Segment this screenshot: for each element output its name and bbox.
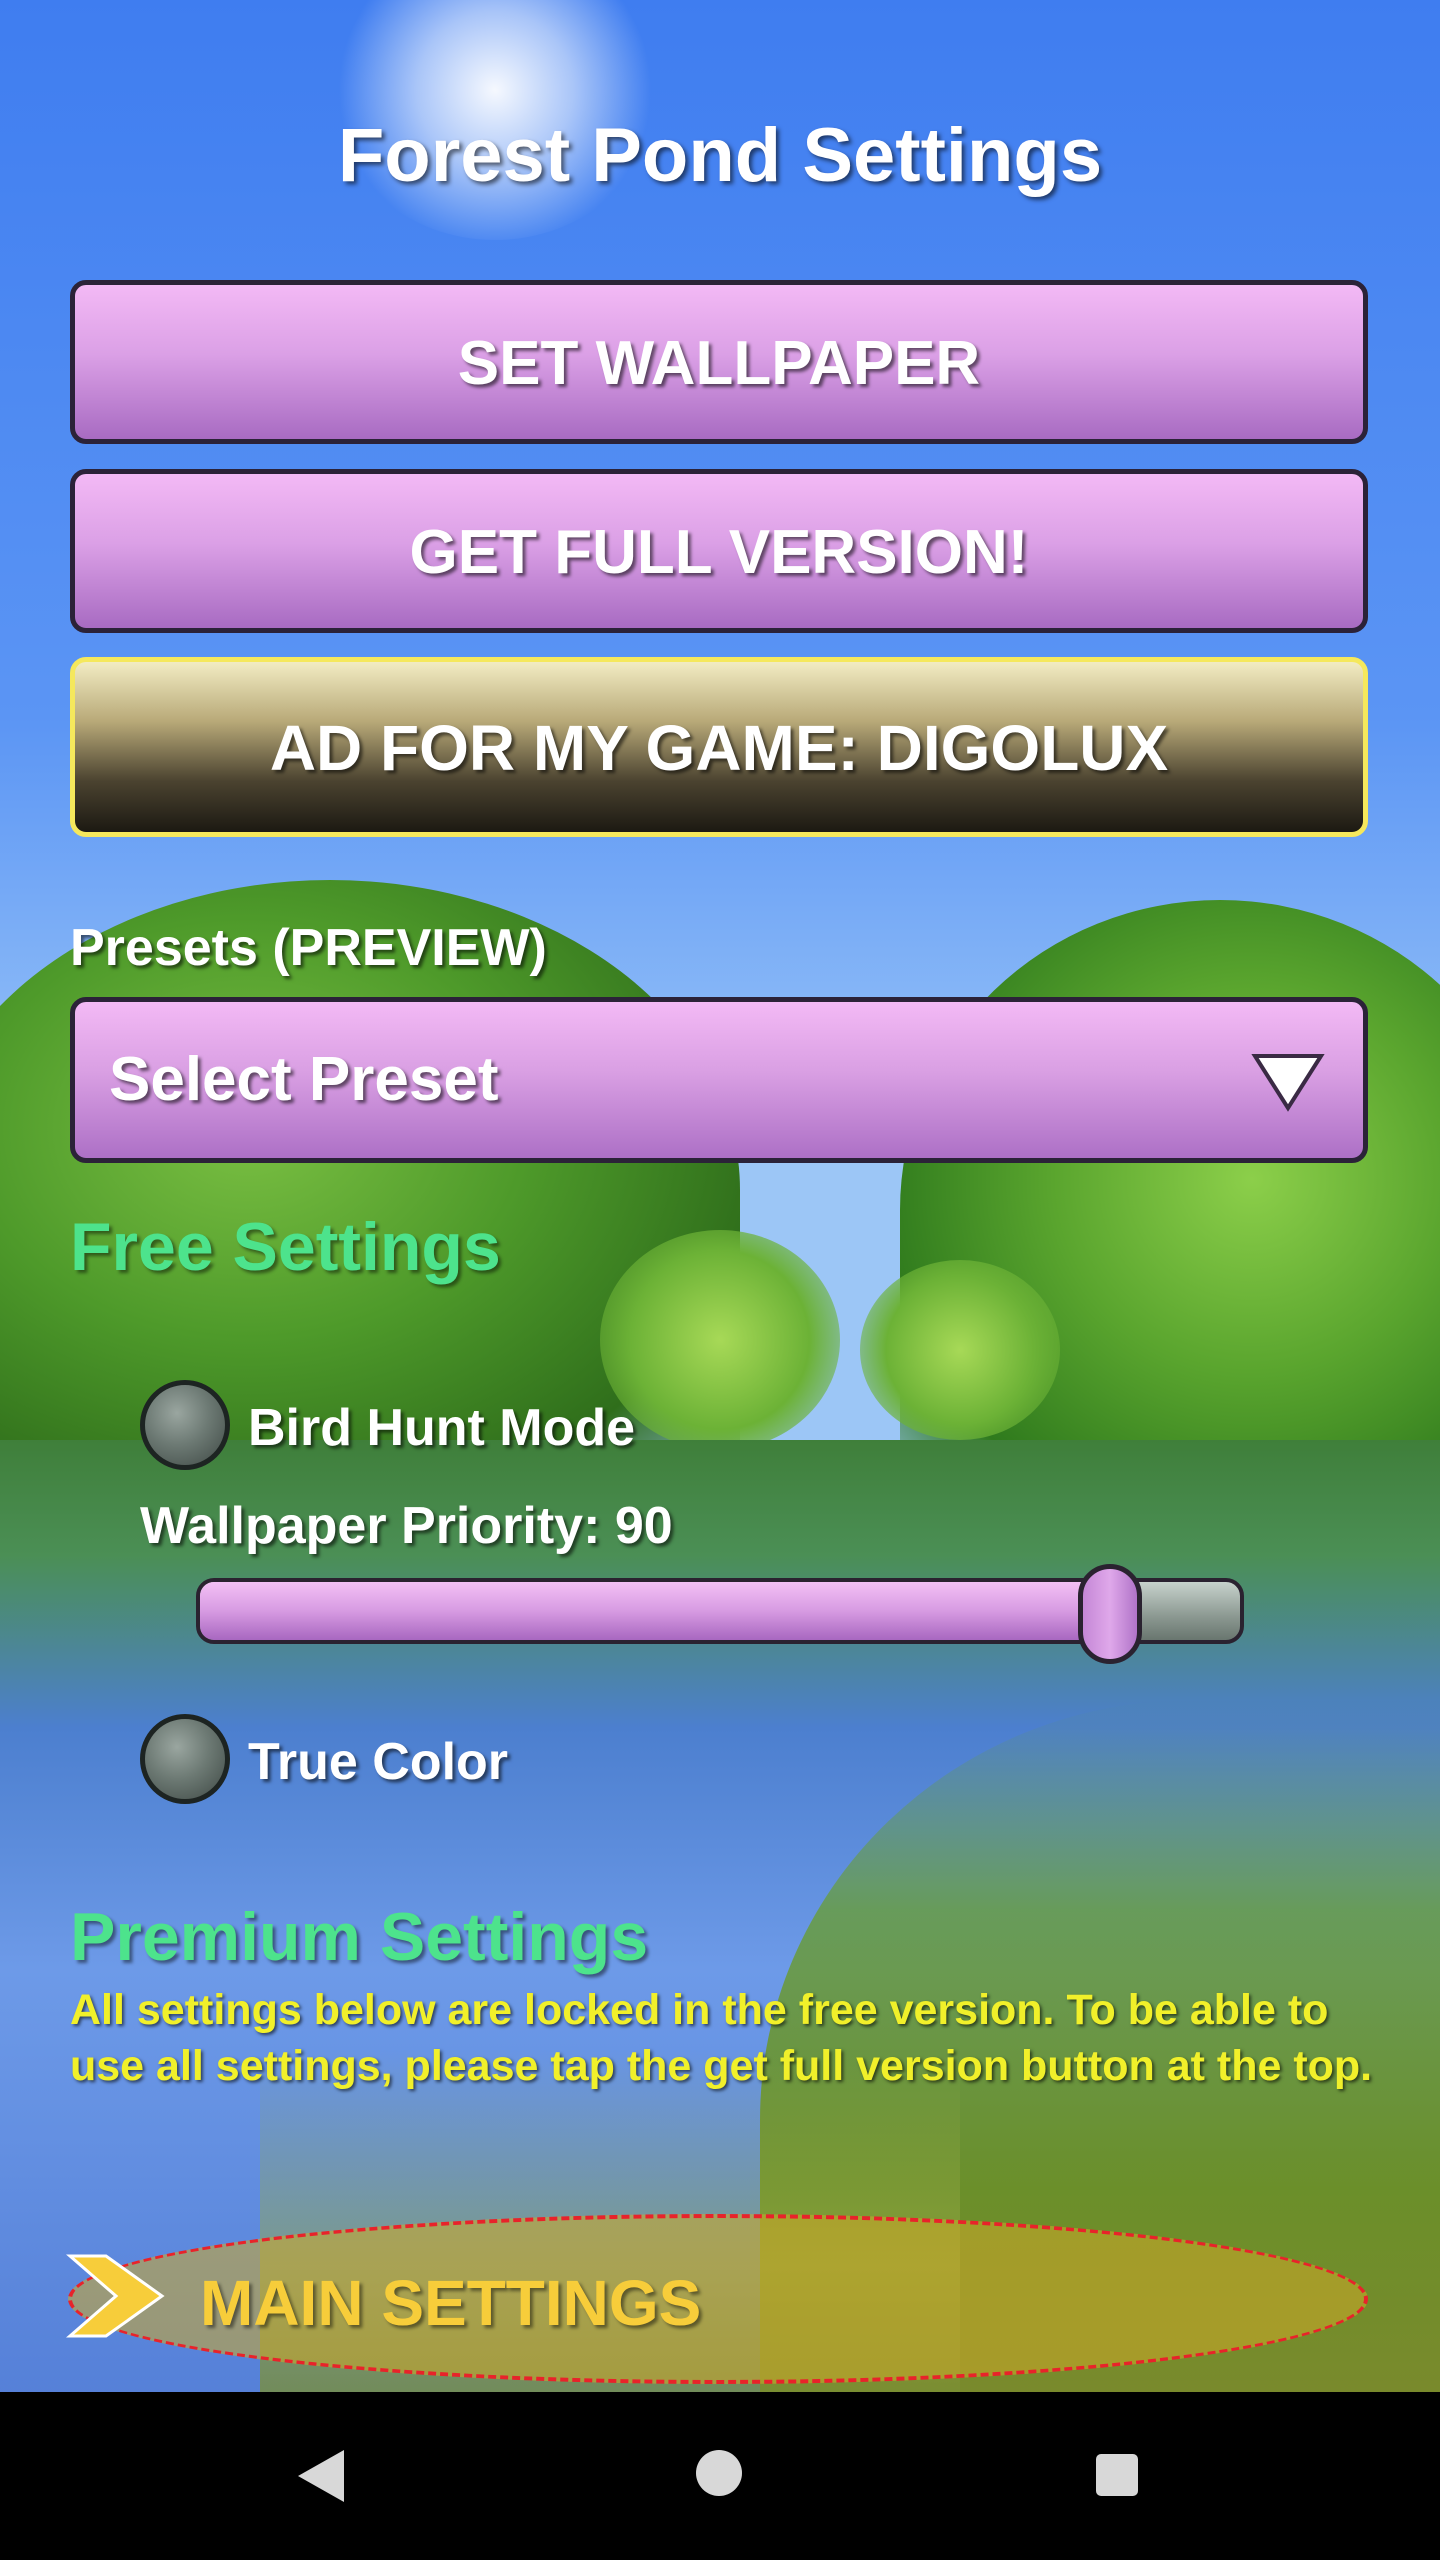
- back-triangle-icon[interactable]: [296, 2448, 346, 2504]
- wallpaper-priority-slider[interactable]: [196, 1564, 1244, 1664]
- wallpaper-priority-label: Wallpaper Priority: 90: [140, 1496, 673, 1556]
- slider-thumb[interactable]: [1078, 1564, 1142, 1664]
- wallpaper-priority-prefix: Wallpaper Priority:: [140, 1497, 601, 1555]
- preset-dropdown-value: Select Preset: [109, 1045, 499, 1114]
- premium-settings-heading: Premium Settings: [70, 1899, 649, 1975]
- presets-label: Presets (PREVIEW): [70, 919, 547, 977]
- bird-hunt-mode-label: Bird Hunt Mode: [248, 1399, 636, 1457]
- settings-screen: Forest Pond Settings SET WALLPAPER GET F…: [0, 0, 1440, 2392]
- ad-digolux-button[interactable]: AD FOR MY GAME: DIGOLUX: [70, 657, 1368, 837]
- true-color-label: True Color: [248, 1733, 509, 1791]
- preset-dropdown[interactable]: Select Preset: [70, 997, 1368, 1163]
- premium-notice-text: All settings below are locked in the fre…: [70, 1986, 1373, 2090]
- home-circle-icon[interactable]: [696, 2450, 742, 2496]
- get-full-version-button[interactable]: GET FULL VERSION!: [70, 469, 1368, 633]
- recent-square-icon[interactable]: [1096, 2454, 1138, 2496]
- slider-fill: [200, 1582, 1110, 1640]
- true-color-checkbox[interactable]: [140, 1714, 230, 1804]
- free-settings-heading: Free Settings: [70, 1209, 501, 1285]
- page-title: Forest Pond Settings: [337, 113, 1103, 198]
- wallpaper-priority-value: 90: [614, 1497, 673, 1555]
- system-nav-bar: [0, 2392, 1440, 2560]
- set-wallpaper-button[interactable]: SET WALLPAPER: [70, 280, 1368, 444]
- main-settings-label: MAIN SETTINGS: [200, 2267, 702, 2339]
- triangle-down-icon: [1251, 1054, 1325, 1112]
- chevron-right-icon: [66, 2254, 165, 2338]
- bird-hunt-mode-checkbox[interactable]: [140, 1380, 230, 1470]
